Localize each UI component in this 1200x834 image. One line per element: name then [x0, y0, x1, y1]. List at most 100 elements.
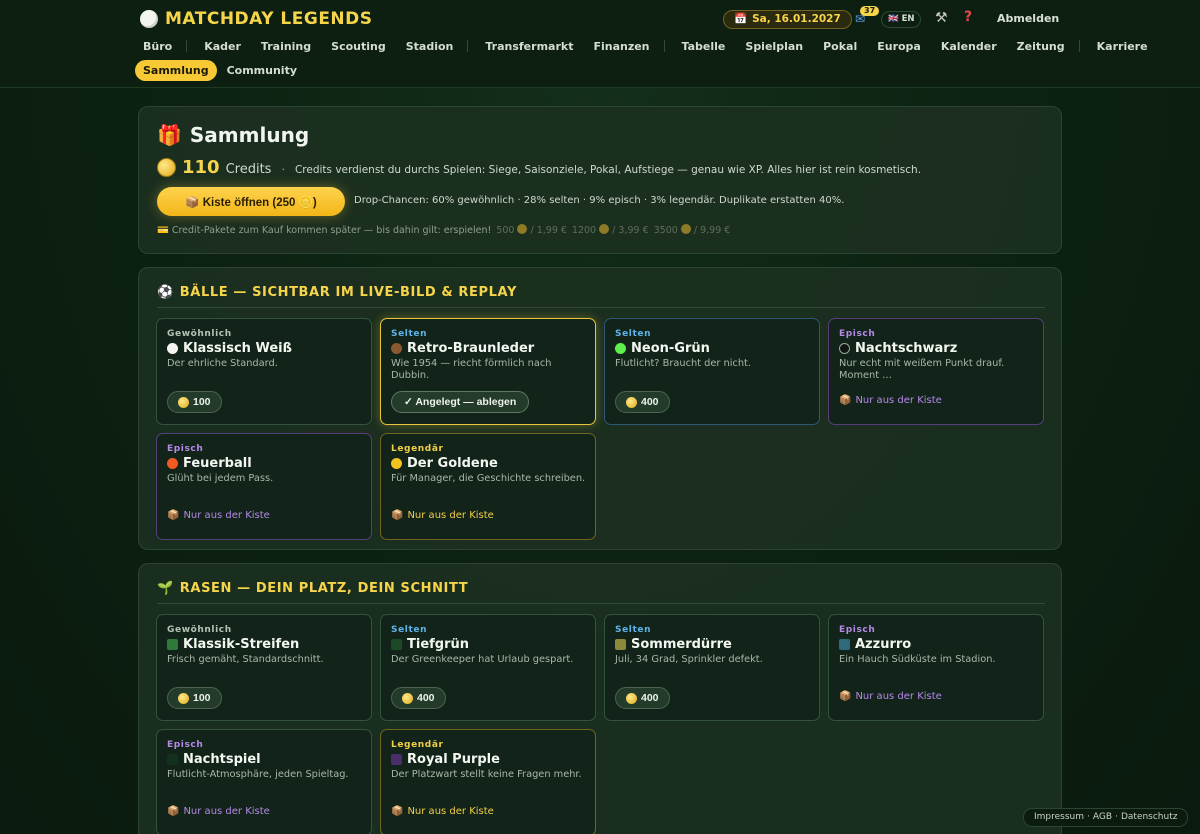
nav-pokal[interactable]: Pokal [820, 40, 860, 53]
buy-button[interactable]: 400 [391, 687, 446, 709]
lawn-card[interactable]: Selten Sommerdürre Juli, 34 Grad, Sprink… [604, 614, 820, 721]
ball-card[interactable]: Gewöhnlich Klassisch Weiß Der ehrliche S… [156, 318, 372, 425]
ball-color-swatch [391, 458, 402, 469]
soccer-ball-icon [140, 10, 158, 28]
rarity-label: Selten [615, 329, 652, 339]
calendar-icon: 📅 [734, 13, 748, 25]
lawn-card[interactable]: Legendär Royal Purple Der Platzwart stel… [380, 729, 596, 834]
nav-finanzen[interactable]: Finanzen [590, 40, 652, 53]
nav-kalender[interactable]: Kalender [938, 40, 1000, 53]
item-description: Flutlicht-Atmosphäre, jeden Spieltag. [167, 769, 349, 780]
section-title: ⚽ BÄLLE — SICHTBAR IM LIVE-BILD & REPLAY [157, 285, 1045, 308]
rarity-label: Legendär [391, 444, 444, 454]
item-description: Glüht bei jedem Pass. [167, 473, 274, 484]
nav-europa[interactable]: Europa [874, 40, 924, 53]
crate-only-label: 📦 Nur aus der Kiste [167, 510, 270, 521]
credit-unit: Credits [225, 162, 272, 177]
item-name: Nachtschwarz [839, 341, 957, 356]
nav-buero[interactable]: Büro [140, 40, 175, 53]
crate-icon: 📦 [167, 806, 180, 817]
ball-card[interactable]: Selten Neon-Grün Flutlicht? Braucht der … [604, 318, 820, 425]
ball-color-swatch [839, 343, 850, 354]
unequip-button[interactable]: ✓ Angelegt — ablegen [391, 391, 530, 413]
nav-tabelle[interactable]: Tabelle [679, 40, 729, 53]
ball-grid: Gewöhnlich Klassisch Weiß Der ehrliche S… [156, 318, 1044, 540]
collection-summary: 🎁 Sammlung 110 Credits · Credits verdien… [138, 106, 1062, 254]
crate-icon: 📦 [391, 806, 404, 817]
nav-zeitung[interactable]: Zeitung [1014, 40, 1068, 53]
nav-kader[interactable]: Kader [201, 40, 244, 53]
buy-button[interactable]: 400 [615, 391, 670, 413]
lawn-color-swatch [391, 639, 402, 650]
item-description: Der Platzwart stellt keine Fragen mehr. [391, 769, 582, 780]
item-name: Retro-Braunleder [391, 341, 534, 356]
ball-card[interactable]: Episch Feuerball Glüht bei jedem Pass. 📦… [156, 433, 372, 540]
buy-button[interactable]: 100 [167, 687, 222, 709]
separator-dot: · [1087, 812, 1090, 822]
lawn-color-swatch [167, 639, 178, 650]
date-pill[interactable]: 📅 Sa, 16.01.2027 [723, 10, 852, 29]
help-icon[interactable]: ? [964, 9, 972, 25]
nav-spielplan[interactable]: Spielplan [742, 40, 806, 53]
ball-card[interactable]: Selten Retro-Braunleder Wie 1954 — riech… [380, 318, 596, 425]
logout-link[interactable]: Abmelden [997, 12, 1059, 25]
rarity-label: Selten [391, 329, 428, 339]
lawn-card[interactable]: Episch Azzurro Ein Hauch Südküste im Sta… [828, 614, 1044, 721]
nav-community[interactable]: Community [219, 64, 305, 77]
open-crate-button[interactable]: 📦 Kiste öffnen (250 🪙) [157, 187, 345, 216]
item-description: Ein Hauch Südküste im Stadion. [839, 654, 996, 665]
agb-link[interactable]: AGB [1093, 809, 1112, 826]
coin-icon [178, 396, 189, 408]
credit-balance: 110 [182, 157, 220, 178]
crate-only-label: 📦 Nur aus der Kiste [839, 395, 942, 406]
credits-note: Credits verdienst du durchs Spielen: Sie… [294, 164, 922, 176]
lawn-card[interactable]: Gewöhnlich Klassik-Streifen Frisch gemäh… [156, 614, 372, 721]
ball-card[interactable]: Episch Nachtschwarz Nur echt mit weißem … [828, 318, 1044, 425]
rarity-label: Episch [167, 740, 204, 750]
lawn-card[interactable]: Selten Tiefgrün Der Greenkeeper hat Urla… [380, 614, 596, 721]
item-description: Flutlicht? Braucht der nicht. [615, 358, 751, 369]
lawn-color-swatch [839, 639, 850, 650]
nav-stadion[interactable]: Stadion [403, 40, 457, 53]
nav-training[interactable]: Training [258, 40, 314, 53]
top-bar: MATCHDAY LEGENDS 📅 Sa, 16.01.2027 ✉ 37 🇬… [0, 0, 1200, 88]
item-name: Klassisch Weiß [167, 341, 292, 356]
gift-icon: 🎁 [157, 123, 182, 147]
app-title: MATCHDAY LEGENDS [165, 9, 373, 29]
item-description: Der Greenkeeper hat Urlaub gespart. [391, 654, 574, 665]
item-name: Der Goldene [391, 456, 498, 471]
nav-divider [663, 40, 665, 52]
item-description: Der ehrliche Standard. [167, 358, 278, 369]
item-description: Frisch gemäht, Standardschnitt. [167, 654, 324, 665]
impressum-link[interactable]: Impressum [1034, 809, 1084, 826]
nav-scouting[interactable]: Scouting [328, 40, 389, 53]
buy-button[interactable]: 100 [167, 391, 222, 413]
credits-line: 110 Credits · Credits verdienst du durch… [157, 157, 921, 178]
lawn-card[interactable]: Episch Nachtspiel Flutlicht-Atmosphäre, … [156, 729, 372, 834]
tools-icon[interactable]: ⚒ [935, 10, 948, 26]
logo[interactable]: MATCHDAY LEGENDS [140, 9, 373, 29]
rarity-label: Selten [615, 625, 652, 635]
nav-sammlung[interactable]: Sammlung [135, 60, 217, 81]
mail-count-badge: 37 [860, 6, 880, 16]
coin-icon [402, 692, 413, 704]
item-name: Klassik-Streifen [167, 637, 299, 652]
lawn-color-swatch [391, 754, 402, 765]
crate-icon: 📦 [839, 395, 852, 406]
coin-icon [680, 224, 691, 234]
nav-karriere[interactable]: Karriere [1094, 40, 1151, 53]
sub-nav: Sammlung Community [135, 60, 305, 81]
language-switch[interactable]: 🇬🇧 EN [881, 11, 922, 28]
coin-icon [517, 224, 528, 234]
crate-icon: 📦 [167, 510, 180, 521]
nav-transfermarkt[interactable]: Transfermarkt [482, 40, 576, 53]
soccer-ball-icon: ⚽ [157, 285, 174, 300]
datenschutz-link[interactable]: Datenschutz [1121, 809, 1178, 826]
rarity-label: Episch [839, 329, 876, 339]
separator-dot: · [281, 163, 285, 176]
lawn-color-swatch [167, 754, 178, 765]
rarity-label: Selten [391, 625, 428, 635]
buy-button[interactable]: 400 [615, 687, 670, 709]
item-name: Tiefgrün [391, 637, 469, 652]
ball-card[interactable]: Legendär Der Goldene Für Manager, die Ge… [380, 433, 596, 540]
